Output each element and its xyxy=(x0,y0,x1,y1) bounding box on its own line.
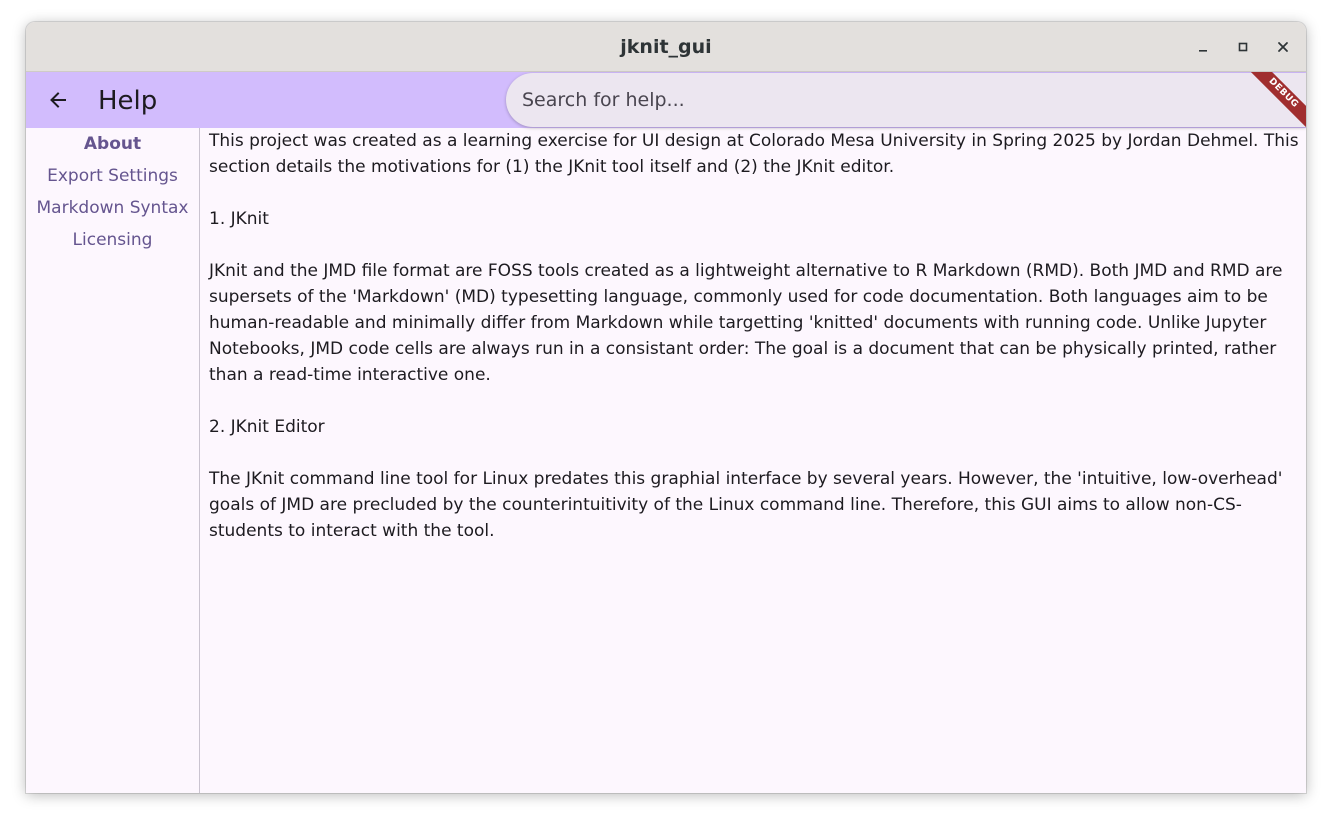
section-paragraph: JKnit and the JMD file format are FOSS t… xyxy=(209,261,1283,385)
close-icon xyxy=(1278,42,1288,52)
page-title: Help xyxy=(98,86,158,116)
app-window: jknit_gui Help DEBUG About Export Settin… xyxy=(26,22,1306,793)
back-button[interactable] xyxy=(38,80,78,120)
intro-paragraph: This project was created as a learning e… xyxy=(209,131,1299,177)
arrow-left-icon xyxy=(50,92,66,108)
help-content: This project was created as a learning e… xyxy=(209,128,1304,570)
sidebar-item-about[interactable]: About xyxy=(30,128,196,160)
help-sidebar: About Export Settings Markdown Syntax Li… xyxy=(26,128,200,793)
search-input[interactable] xyxy=(506,73,1306,127)
section-heading: 1. JKnit xyxy=(209,209,269,229)
search-bar[interactable] xyxy=(506,73,1306,127)
section-paragraph: The JKnit command line tool for Linux pr… xyxy=(209,469,1283,541)
title-bar: jknit_gui xyxy=(26,22,1306,72)
close-button[interactable] xyxy=(1271,35,1295,59)
minimize-button[interactable] xyxy=(1191,35,1215,59)
sidebar-item-export-settings[interactable]: Export Settings xyxy=(30,160,196,192)
maximize-button[interactable] xyxy=(1231,35,1255,59)
maximize-icon xyxy=(1238,42,1248,52)
app-bar: Help DEBUG xyxy=(26,72,1306,128)
minimize-icon xyxy=(1199,50,1207,52)
sidebar-item-markdown-syntax[interactable]: Markdown Syntax xyxy=(30,192,196,224)
window-title: jknit_gui xyxy=(620,36,712,58)
sidebar-item-licensing[interactable]: Licensing xyxy=(30,224,196,256)
section-heading: 2. JKnit Editor xyxy=(209,417,325,437)
